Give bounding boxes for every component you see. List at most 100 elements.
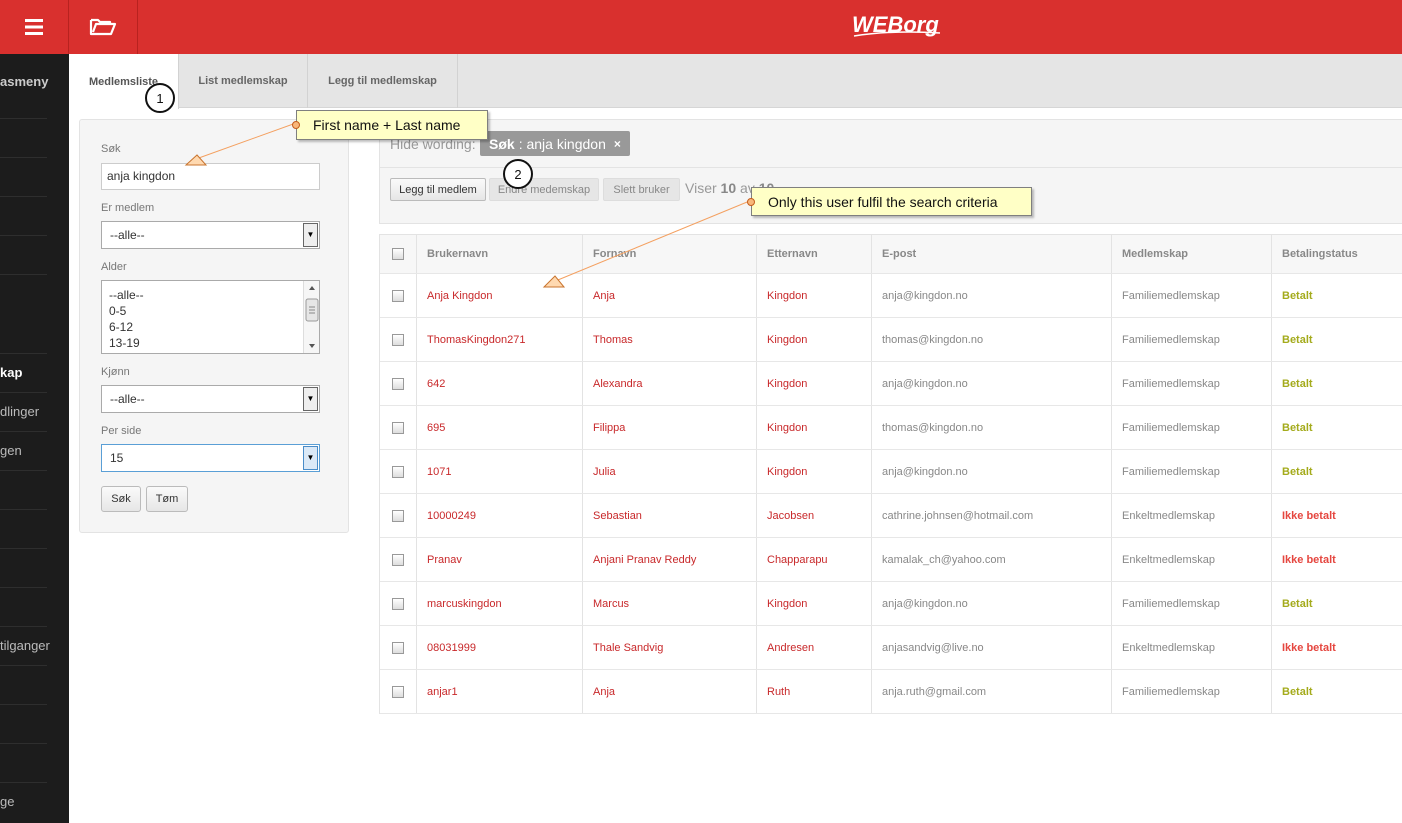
cell-lastname-text[interactable]: Kingdon [767, 422, 807, 434]
cell-username-text[interactable]: Pranav [427, 554, 462, 566]
cell-username-text[interactable]: 695 [427, 422, 445, 434]
cell-firstname-text[interactable]: Julia [593, 466, 616, 478]
cell-firstname-text[interactable]: Filippa [593, 422, 625, 434]
col-lastname[interactable]: Etternavn [756, 235, 871, 273]
cell-lastname-text[interactable]: Kingdon [767, 378, 807, 390]
add-member-button[interactable]: Legg til medlem [390, 178, 486, 201]
cell-firstname-text[interactable]: Alexandra [593, 378, 643, 390]
age-listbox[interactable]: --alle-- 0-5 6-12 13-19 20-25 [101, 280, 320, 354]
table-row[interactable]: anjar1 Anja Ruth anja.ruth@gmail.com Familie… [380, 670, 1402, 714]
sidebar-divider [0, 196, 47, 197]
cell-lastname-text[interactable]: Kingdon [767, 334, 807, 346]
cell-username-text[interactable]: ThomasKingdon271 [427, 334, 525, 346]
cell-username-text[interactable]: Anja Kingdon [427, 290, 492, 302]
cell-payment-status-text: Betalt [1282, 333, 1313, 346]
col-membership[interactable]: Medlemskap [1111, 235, 1271, 273]
sidebar-item-last[interactable]: ge [0, 794, 14, 809]
delete-user-button[interactable]: Slett bruker [603, 178, 680, 201]
age-option[interactable]: 0-5 [109, 303, 319, 319]
folder-button[interactable] [69, 0, 138, 54]
cell-firstname-text[interactable]: Thomas [593, 334, 633, 346]
age-option[interactable]: --alle-- [109, 287, 319, 303]
table-row[interactable]: Anja Kingdon Anja Kingdon anja@kingdon.no Fa… [380, 274, 1402, 318]
cell-lastname-text[interactable]: Kingdon [767, 290, 807, 302]
age-listbox-scrollbar[interactable] [303, 281, 319, 353]
cell-payment-status: Betalt [1271, 670, 1402, 713]
cell-username-text[interactable]: 08031999 [427, 642, 476, 654]
divider [380, 167, 1402, 168]
sidebar-divider [0, 274, 47, 275]
select-all-checkbox[interactable] [392, 248, 404, 260]
col-email[interactable]: E-post [871, 235, 1111, 273]
cell-lastname-text[interactable]: Ruth [767, 686, 790, 698]
search-input[interactable]: anja kingdon [101, 163, 320, 190]
row-checkbox[interactable] [392, 465, 404, 478]
gender-select[interactable]: --alle-- ▼ [101, 385, 320, 413]
cell-firstname-text[interactable]: Anja [593, 290, 615, 302]
row-select-cell [380, 538, 416, 581]
cell-firstname-text[interactable]: Anjani Pranav Reddy [593, 554, 696, 566]
cell-username-text[interactable]: 10000249 [427, 510, 476, 522]
sidebar-divider [0, 743, 47, 744]
tab-list-memberships[interactable]: List medlemskap [179, 54, 308, 108]
age-label: Alder [101, 261, 127, 273]
table-row[interactable]: marcuskingdon Marcus Kingdon anja@kingdon.n… [380, 582, 1402, 626]
row-checkbox[interactable] [392, 421, 404, 434]
sidebar-item-access[interactable]: tilganger [0, 638, 50, 653]
cell-username-text[interactable]: marcuskingdon [427, 598, 502, 610]
weborg-logo[interactable]: WEBorg [852, 6, 944, 40]
cell-lastname-text[interactable]: Chapparapu [767, 554, 828, 566]
age-option[interactable]: 20-25 [109, 351, 319, 353]
col-username[interactable]: Brukernavn [416, 235, 582, 273]
age-option[interactable]: 13-19 [109, 335, 319, 351]
row-checkbox[interactable] [392, 509, 404, 522]
cell-username-text[interactable]: 1071 [427, 466, 451, 478]
cell-email: thomas@kingdon.no [871, 406, 1111, 449]
row-checkbox[interactable] [392, 377, 404, 390]
cell-firstname-text[interactable]: Thale Sandvig [593, 642, 663, 654]
row-checkbox[interactable] [392, 553, 404, 566]
search-button[interactable]: Søk [101, 486, 141, 512]
search-filter-chip[interactable]: Søk : anja kingdon × [480, 131, 630, 156]
clear-button[interactable]: Tøm [146, 486, 188, 512]
cell-firstname-text[interactable]: Sebastian [593, 510, 642, 522]
age-option[interactable]: 6-12 [109, 319, 319, 335]
close-icon[interactable]: × [614, 137, 621, 151]
result-count-prefix: Viser [685, 180, 717, 196]
col-payment-status[interactable]: Betalingstatus [1271, 235, 1402, 273]
sidebar-item-payment[interactable]: gen [0, 443, 22, 458]
cell-lastname-text[interactable]: Jacobsen [767, 510, 814, 522]
cell-firstname-text[interactable]: Anja [593, 686, 615, 698]
gender-label: Kjønn [101, 366, 130, 378]
col-firstname[interactable]: Fornavn [582, 235, 756, 273]
cell-lastname-text[interactable]: Kingdon [767, 598, 807, 610]
sidebar-title[interactable]: asmeny [0, 74, 69, 89]
cell-username-text[interactable]: anjar1 [427, 686, 458, 698]
row-checkbox[interactable] [392, 685, 404, 698]
cell-firstname: Thomas [582, 318, 756, 361]
table-row[interactable]: ThomasKingdon271 Thomas Kingdon thomas@king… [380, 318, 1402, 362]
member-select[interactable]: --alle-- ▼ [101, 221, 320, 249]
table-row[interactable]: Pranav Anjani Pranav Reddy Chapparapu kamal… [380, 538, 1402, 582]
hamburger-menu-button[interactable] [0, 0, 69, 54]
row-checkbox[interactable] [392, 289, 404, 302]
cell-membership-text: Enkeltmedlemskap [1122, 641, 1215, 654]
cell-lastname-text[interactable]: Andresen [767, 642, 814, 654]
table-row[interactable]: 08031999 Thale Sandvig Andresen anjasandvig… [380, 626, 1402, 670]
sidebar-item-settings[interactable]: dlinger [0, 404, 39, 419]
cell-lastname-text[interactable]: Kingdon [767, 466, 807, 478]
row-checkbox[interactable] [392, 333, 404, 346]
cell-email-text: kamalak_ch@yahoo.com [882, 553, 1006, 566]
table-row[interactable]: 10000249 Sebastian Jacobsen cathrine.johnse… [380, 494, 1402, 538]
table-row[interactable]: 642 Alexandra Kingdon anja@kingdon.no Famili… [380, 362, 1402, 406]
row-checkbox[interactable] [392, 641, 404, 654]
perpage-select[interactable]: 15 ▼ [101, 444, 320, 472]
sidebar-item-membership[interactable]: kap [0, 365, 22, 380]
cell-username-text[interactable]: 642 [427, 378, 445, 390]
table-row[interactable]: 695 Filippa Kingdon thomas@kingdon.no Famili… [380, 406, 1402, 450]
row-checkbox[interactable] [392, 597, 404, 610]
cell-firstname-text[interactable]: Marcus [593, 598, 629, 610]
cell-lastname: Kingdon [756, 582, 871, 625]
tab-add-membership[interactable]: Legg til medlemskap [308, 54, 458, 108]
table-row[interactable]: 1071 Julia Kingdon anja@kingdon.no Familieme… [380, 450, 1402, 494]
